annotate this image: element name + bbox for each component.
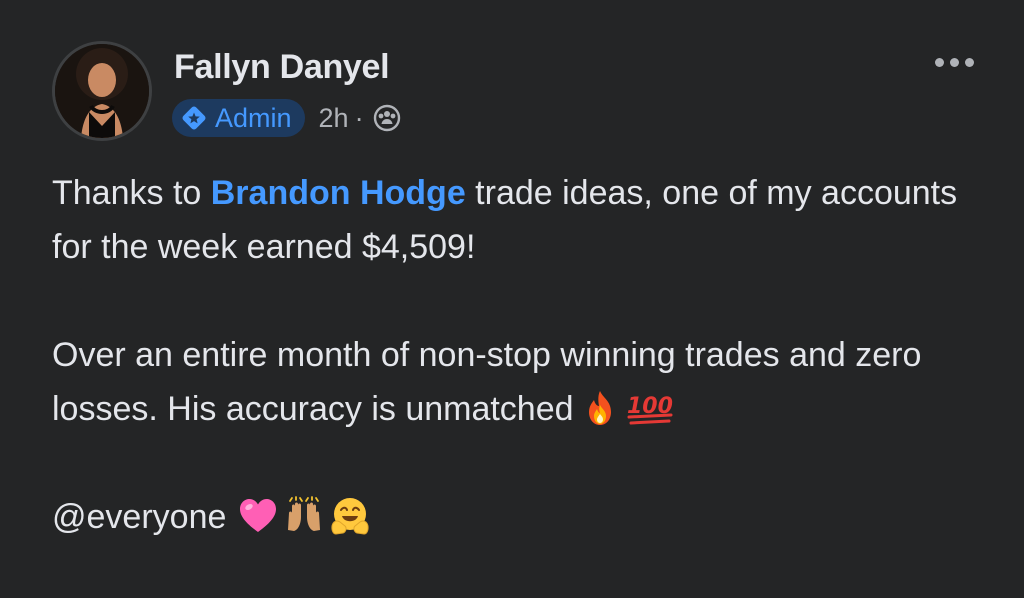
- everyone-tag[interactable]: @everyone: [52, 498, 226, 536]
- hugging-face-emoji: [330, 496, 370, 536]
- more-horizontal-icon: [964, 57, 974, 67]
- fire-emoji: [580, 388, 620, 428]
- raising-hands-emoji: [284, 496, 324, 536]
- post-paragraph: @everyone: [52, 490, 992, 544]
- paragraph-text: Thanks to: [52, 174, 211, 212]
- post-body: Thanks to Brandon Hodge trade ideas, one…: [52, 166, 992, 544]
- more-options-button[interactable]: [924, 48, 984, 76]
- admin-star-icon: [181, 105, 207, 131]
- paragraph-text: Over an entire month of non-stop winning…: [52, 336, 922, 428]
- admin-badge[interactable]: Admin: [172, 99, 305, 137]
- meta-separator: ·: [354, 102, 364, 133]
- post-card: Fallyn Danyel Admin 2h · Thanks to Brand…: [0, 0, 1024, 598]
- admin-badge-label: Admin: [215, 102, 292, 133]
- post-meta: Admin 2h ·: [172, 98, 402, 138]
- group-icon[interactable]: [372, 103, 402, 133]
- more-horizontal-icon: [934, 57, 944, 67]
- post-timestamp[interactable]: 2h: [319, 103, 349, 134]
- pink-heart-emoji: [238, 496, 278, 536]
- mention-link[interactable]: Brandon Hodge: [211, 174, 466, 212]
- post-paragraph: Over an entire month of non-stop winning…: [52, 328, 992, 436]
- post-paragraph: Thanks to Brandon Hodge trade ideas, one…: [52, 166, 992, 274]
- more-horizontal-icon: [949, 57, 959, 67]
- author-name[interactable]: Fallyn Danyel: [174, 48, 390, 87]
- author-avatar[interactable]: [52, 41, 152, 141]
- hundred-points-emoji: 100: [626, 388, 674, 428]
